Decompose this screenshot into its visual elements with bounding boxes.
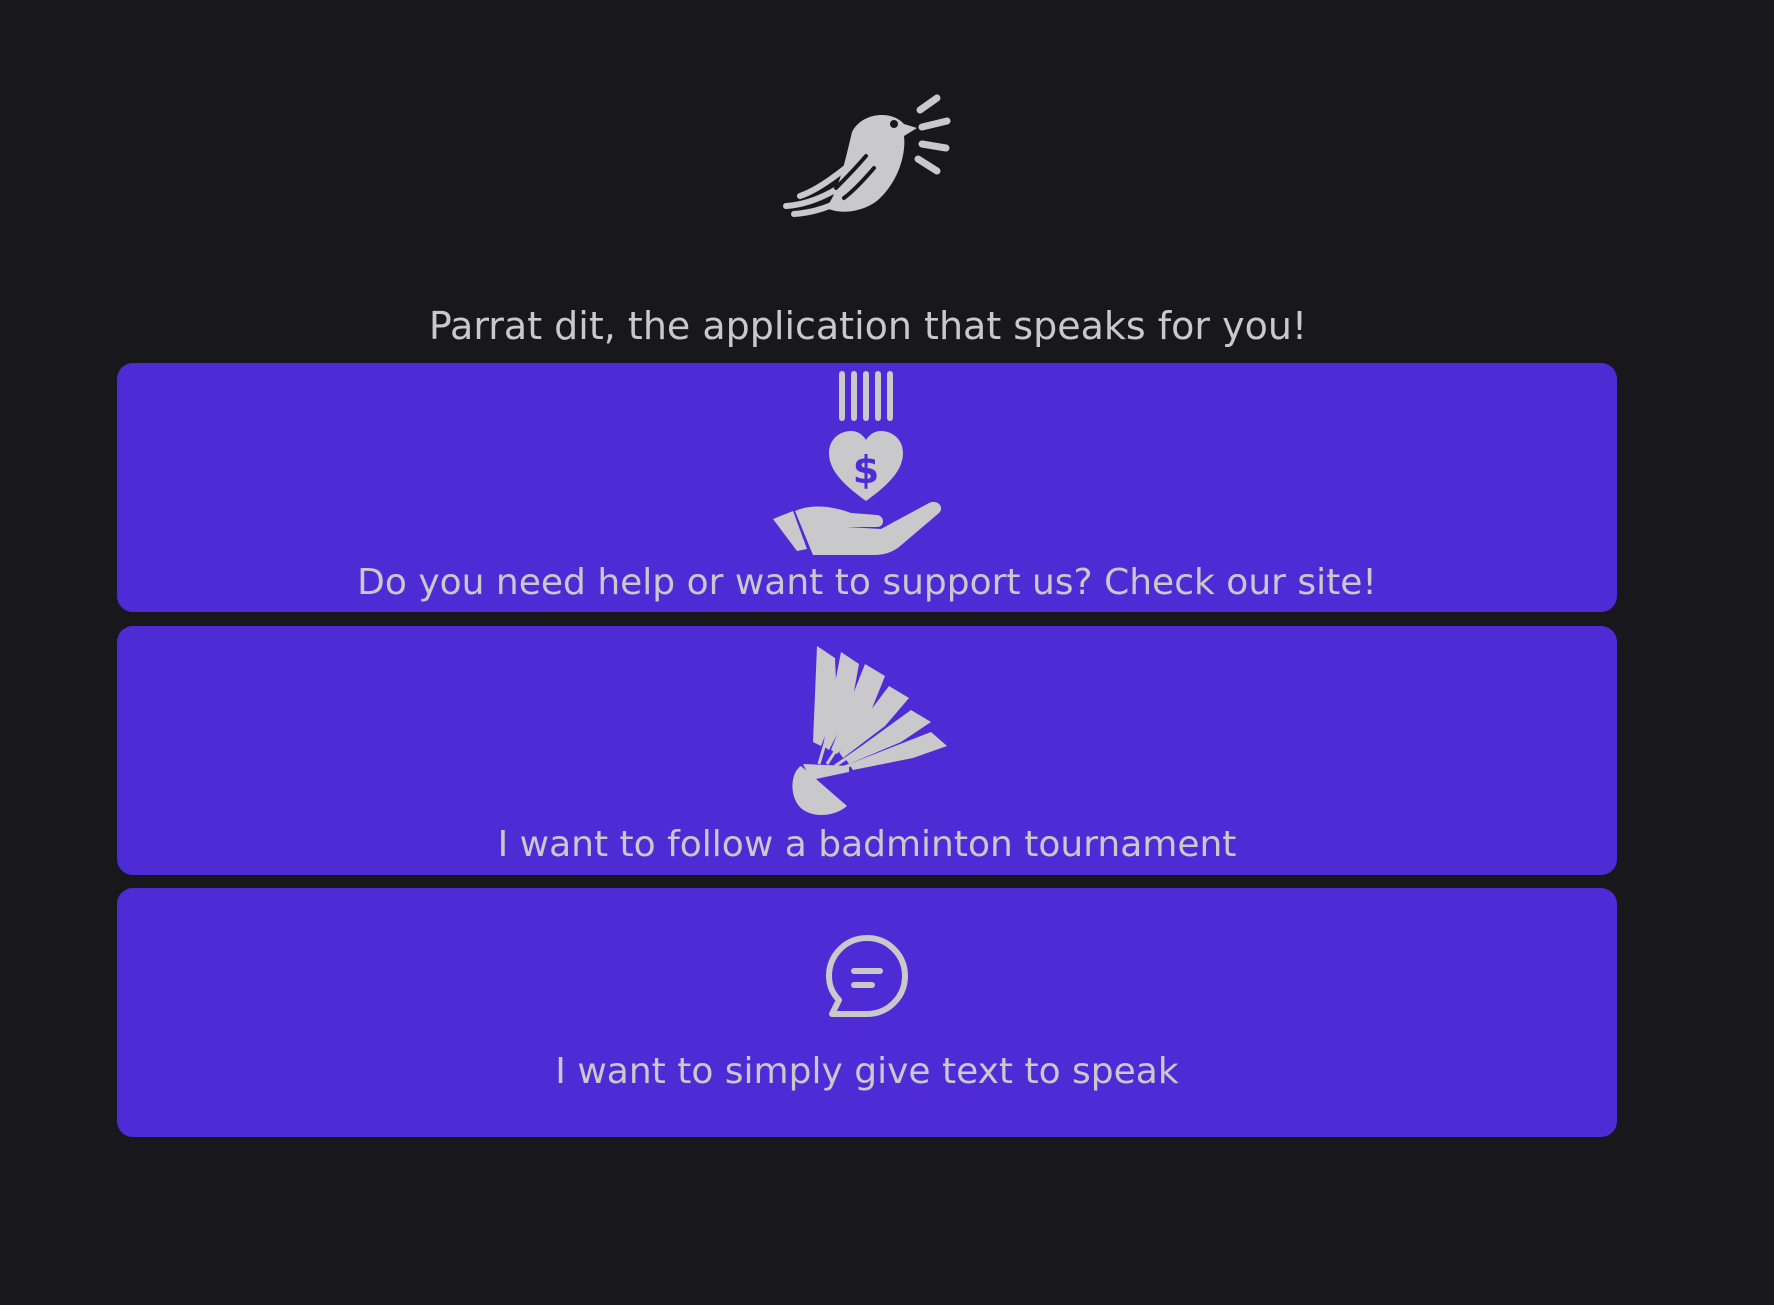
shuttlecock-icon: [789, 646, 955, 818]
text-to-speech-button[interactable]: I want to simply give text to speak: [117, 888, 1617, 1137]
support-label: Do you need help or want to support us? …: [357, 562, 1377, 603]
support-website-button[interactable]: $ Do you need help or want to support us…: [117, 363, 1617, 612]
parrot-speaking-icon: [782, 92, 952, 222]
chat-bubble-icon: [824, 933, 910, 1019]
app-tagline: Parrat dit, the application that speaks …: [428, 304, 1308, 348]
svg-text:$: $: [853, 448, 879, 492]
badminton-label: I want to follow a badminton tournament: [497, 824, 1237, 865]
home-screen: Parrat dit, the application that speaks …: [0, 0, 1774, 1305]
badminton-tournament-button[interactable]: I want to follow a badminton tournament: [117, 626, 1617, 875]
donation-hand-heart-icon: $: [773, 371, 959, 563]
text-to-speech-label: I want to simply give text to speak: [555, 1051, 1179, 1092]
